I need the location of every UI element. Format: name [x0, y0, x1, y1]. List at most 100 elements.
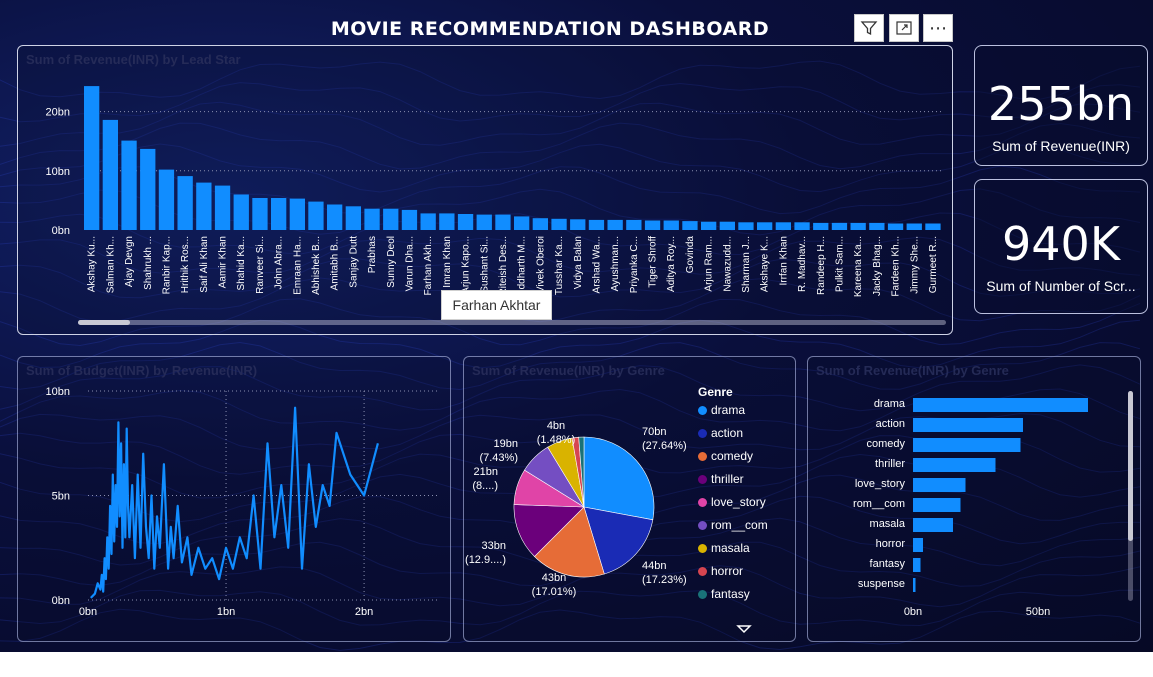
legend-swatch [698, 521, 707, 530]
bar[interactable] [364, 208, 380, 230]
bar[interactable] [401, 209, 418, 230]
x-tick-label: Ayushman... [610, 236, 621, 291]
legend-item-horror[interactable]: horror [698, 564, 743, 578]
bar[interactable] [757, 222, 773, 230]
bar[interactable] [794, 222, 810, 230]
bar[interactable] [663, 220, 679, 231]
bar[interactable] [570, 219, 586, 230]
bar[interactable] [252, 198, 268, 230]
x-tick-label: Ranveer Si... [255, 236, 266, 294]
bar[interactable] [345, 206, 361, 230]
bar[interactable] [831, 222, 848, 230]
bar[interactable] [626, 219, 642, 230]
legend-item-drama[interactable]: drama [698, 403, 745, 417]
bar[interactable] [738, 222, 754, 230]
x-tick-label: Tusshar Ka... [554, 236, 565, 295]
bar[interactable] [682, 221, 698, 230]
legend-swatch [698, 544, 707, 553]
legend-swatch [698, 429, 707, 438]
bar[interactable] [532, 218, 548, 230]
horizontal-scrollbar-thumb[interactable] [78, 320, 130, 325]
bar[interactable] [514, 216, 530, 230]
series-line[interactable] [90, 406, 379, 599]
bar[interactable] [913, 498, 961, 512]
bar[interactable] [233, 194, 249, 231]
bar[interactable] [775, 222, 791, 230]
legend-label: love_story [711, 495, 766, 509]
y-tick-label: drama [874, 398, 906, 410]
bar[interactable] [476, 214, 492, 230]
x-tick-label: 50bn [1026, 606, 1050, 618]
bar[interactable] [84, 86, 100, 230]
y-tick-label: 0bn [52, 225, 70, 237]
bar[interactable] [906, 223, 922, 231]
bar[interactable] [913, 478, 966, 492]
x-tick-label: Sanjay Dutt [348, 236, 359, 288]
bar[interactable] [551, 218, 567, 230]
legend-label: fantasy [711, 587, 750, 601]
bar[interactable] [925, 223, 941, 231]
genre-bar-chart-panel[interactable]: Sum of Revenue(INR) by Genre drama action… [807, 356, 1141, 642]
x-tick-label: Abhishek B... [311, 236, 322, 295]
legend-item-masala[interactable]: masala [698, 541, 750, 555]
bar[interactable] [588, 219, 605, 230]
bar[interactable] [158, 169, 175, 230]
bar[interactable] [214, 185, 231, 230]
bar[interactable] [383, 208, 399, 230]
bar[interactable] [271, 198, 287, 230]
slice-label-value: 21bn [474, 466, 498, 478]
bar[interactable] [913, 458, 996, 472]
bar[interactable] [869, 222, 885, 230]
bar[interactable] [327, 204, 343, 231]
slice-label-value: 4bn [547, 420, 565, 432]
bar[interactable] [913, 558, 921, 572]
filter-icon [860, 21, 878, 36]
bar[interactable] [177, 176, 193, 230]
x-tick-label: Sharman J... [741, 236, 752, 293]
vertical-scrollbar-thumb[interactable] [1128, 391, 1133, 541]
revenue-card[interactable]: 255bn Sum of Revenue(INR) [974, 45, 1148, 166]
bar[interactable] [913, 518, 953, 532]
bar[interactable] [196, 182, 212, 230]
slice-label-percent: (27.64%) [642, 440, 687, 452]
filter-button[interactable] [854, 14, 884, 42]
legend-item-rom--com[interactable]: rom__com [698, 518, 768, 532]
bar[interactable] [439, 213, 455, 230]
bar[interactable] [813, 222, 829, 230]
slice-label-percent: (17.01%) [532, 586, 577, 598]
bar[interactable] [913, 578, 916, 592]
focus-mode-button[interactable] [889, 14, 919, 42]
legend-item-fantasy[interactable]: fantasy [698, 587, 750, 601]
budget-line-chart-panel[interactable]: Sum of Budget(INR) by Revenue(INR) 0bn 5b… [17, 356, 451, 642]
screens-card[interactable]: 940K Sum of Number of Scr... [974, 179, 1148, 314]
bar[interactable] [644, 220, 661, 231]
bar[interactable] [913, 418, 1023, 432]
bar[interactable] [289, 198, 305, 230]
bar[interactable] [420, 213, 436, 230]
bar[interactable] [607, 219, 623, 230]
bar[interactable] [495, 214, 511, 230]
bar[interactable] [308, 201, 324, 230]
bar[interactable] [887, 223, 904, 231]
y-tick-label: thriller [875, 458, 905, 470]
bar[interactable] [701, 221, 717, 230]
more-options-button[interactable]: ⋯ [923, 14, 953, 42]
bar[interactable] [102, 119, 118, 230]
legend-item-action[interactable]: action [698, 426, 743, 440]
bar[interactable] [457, 214, 474, 230]
genre-bar-chart: drama action comedy thriller love_story rom__… [853, 391, 1133, 618]
bar[interactable] [913, 538, 923, 552]
legend-item-thriller[interactable]: thriller [698, 472, 744, 486]
legend-item-comedy[interactable]: comedy [698, 449, 753, 463]
bar[interactable] [913, 398, 1088, 412]
bar[interactable] [719, 221, 735, 230]
bar[interactable] [850, 222, 866, 230]
genre-pie-chart-panel[interactable]: Sum of Revenue(INR) by Genre 70bn (27.64%… [463, 356, 796, 642]
bar[interactable] [140, 148, 156, 230]
horizontal-scrollbar-track[interactable] [78, 320, 946, 325]
bar[interactable] [913, 438, 1021, 452]
bar[interactable] [121, 140, 137, 230]
legend-scroll-down-icon[interactable] [736, 624, 752, 634]
x-tick-label: Arjun Kapo... [461, 236, 472, 294]
legend-item-love-story[interactable]: love_story [698, 495, 766, 509]
